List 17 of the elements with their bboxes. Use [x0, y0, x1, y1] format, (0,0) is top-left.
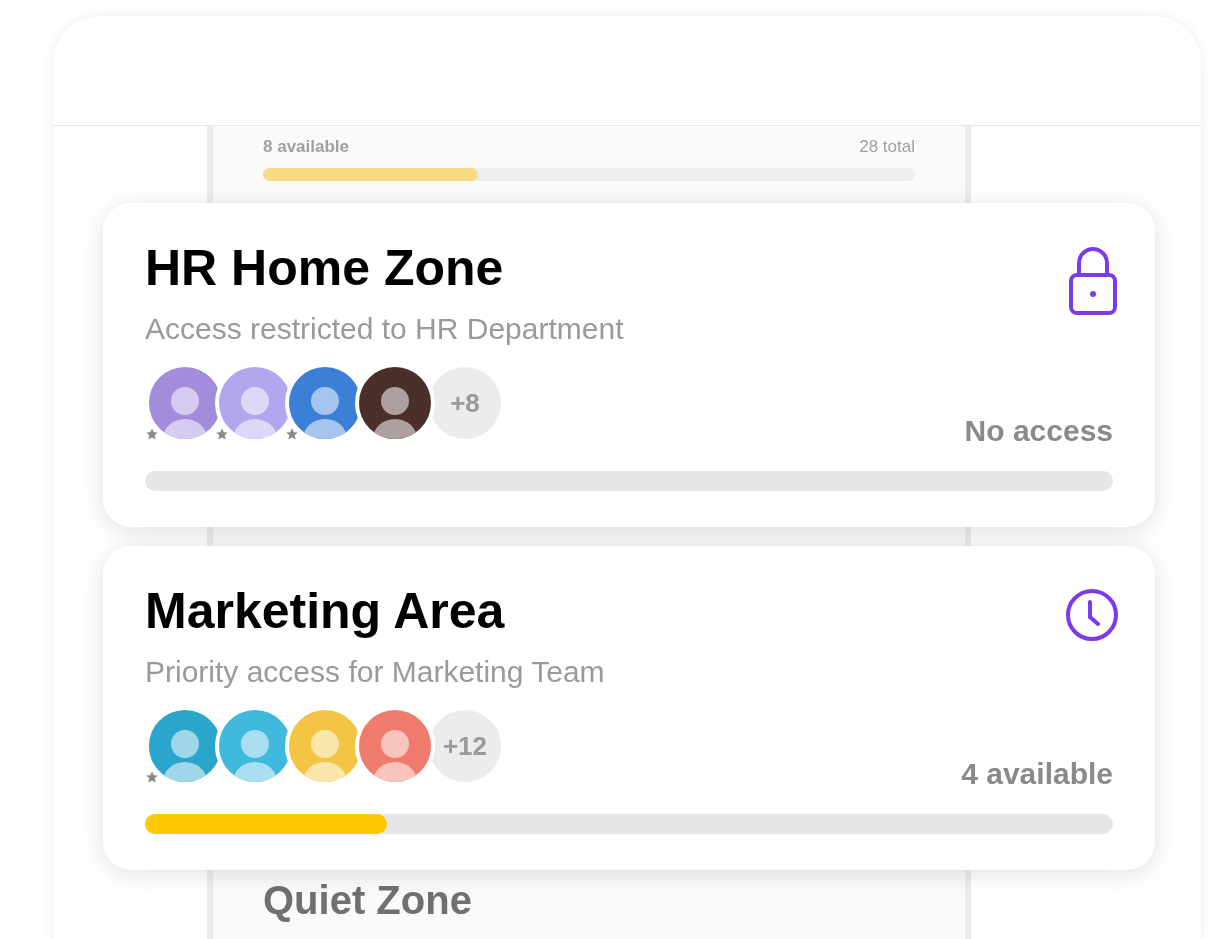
star-icon: [145, 427, 159, 441]
lock-icon: [1067, 245, 1119, 317]
star-icon: [215, 427, 229, 441]
zone-subtitle: Access restricted to HR Department: [145, 311, 624, 347]
zone-subtitle: Priority access for Marketing Team: [145, 654, 605, 690]
zone-title: HR Home Zone: [145, 239, 505, 298]
status-text: 4 available: [961, 756, 1113, 792]
status-text: No access: [964, 413, 1113, 449]
star-icon: [145, 770, 159, 784]
zone-card[interactable]: HR Home Zone Access restricted to HR Department +8 No access: [103, 203, 1155, 527]
available-count: 8 available: [263, 136, 349, 158]
zone-card[interactable]: Marketing Area Priority access for Marketing Team +12 4 available: [103, 546, 1155, 870]
zone-title: Marketing Area: [145, 582, 506, 641]
star-icon: [285, 427, 299, 441]
clock-icon: [1065, 588, 1119, 642]
total-count: 28 total: [859, 136, 915, 158]
zone-title: Quiet Zone: [263, 877, 473, 924]
